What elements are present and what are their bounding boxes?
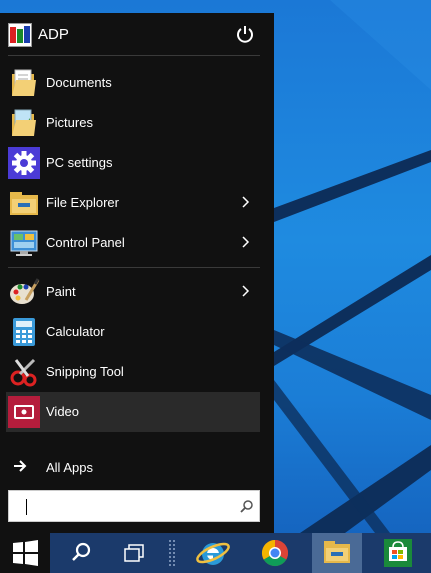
store-icon — [384, 539, 412, 567]
menu-item-pc-settings[interactable]: PC settings — [6, 143, 260, 183]
user-name: ADP — [38, 26, 69, 43]
chevron-right-icon[interactable] — [240, 234, 252, 250]
search-input[interactable] — [25, 496, 225, 516]
menu-item-pictures[interactable]: Pictures — [6, 103, 260, 143]
taskbar-search-button[interactable] — [56, 533, 106, 573]
menu-separator — [8, 55, 260, 56]
start-menu: ADP Documents Pictures PC settings File … — [0, 13, 274, 533]
video-icon — [8, 396, 40, 428]
chrome-icon — [261, 539, 289, 567]
menu-item-documents[interactable]: Documents — [6, 63, 260, 103]
taskbar-store[interactable] — [374, 533, 424, 573]
menu-item-label: Paint — [46, 284, 76, 299]
documents-folder-icon — [12, 69, 36, 96]
search-box[interactable] — [8, 490, 260, 522]
snipping-tool-icon — [10, 358, 37, 387]
menu-item-label: Pictures — [46, 115, 93, 130]
menu-item-label: Control Panel — [46, 235, 125, 250]
all-apps-label: All Apps — [46, 460, 93, 475]
avatar — [8, 23, 32, 47]
chevron-right-icon[interactable] — [240, 194, 252, 210]
arrow-right-icon — [14, 460, 27, 472]
menu-item-snipping-tool[interactable]: Snipping Tool — [6, 352, 260, 392]
control-panel-icon — [10, 230, 38, 256]
calculator-icon — [13, 318, 35, 346]
task-view-button[interactable] — [110, 533, 160, 573]
task-view-icon — [124, 544, 144, 562]
power-icon[interactable] — [233, 22, 257, 46]
menu-item-control-panel[interactable]: Control Panel — [6, 223, 260, 263]
menu-separator — [8, 267, 260, 268]
menu-item-label: Documents — [46, 75, 112, 90]
taskbar-chrome[interactable] — [250, 533, 300, 573]
search-icon[interactable] — [240, 499, 254, 513]
paint-icon — [10, 278, 40, 304]
menu-item-label: Snipping Tool — [46, 364, 124, 379]
menu-item-label: Calculator — [46, 324, 105, 339]
file-explorer-icon — [10, 192, 38, 215]
internet-explorer-icon — [196, 542, 230, 565]
taskbar-file-explorer[interactable] — [312, 533, 362, 573]
menu-item-label: PC settings — [46, 155, 113, 170]
chevron-right-icon[interactable] — [240, 283, 252, 299]
pictures-folder-icon — [12, 109, 36, 136]
gear-icon — [8, 147, 40, 179]
menu-item-paint[interactable]: Paint — [6, 272, 260, 312]
menu-item-calculator[interactable]: Calculator — [6, 312, 260, 352]
search-icon — [72, 542, 91, 561]
taskbar-grip[interactable] — [168, 539, 176, 567]
menu-item-label: Video — [46, 404, 80, 419]
menu-item-file-explorer[interactable]: File Explorer — [6, 183, 260, 223]
windows-logo-icon — [13, 540, 38, 566]
user-account-row[interactable]: ADP — [0, 13, 274, 55]
taskbar — [0, 533, 431, 573]
taskbar-internet-explorer[interactable] — [188, 533, 238, 573]
menu-item-video[interactable]: Video — [6, 392, 260, 432]
start-button[interactable] — [0, 533, 50, 573]
file-explorer-icon — [324, 541, 350, 563]
menu-item-label: File Explorer — [46, 195, 119, 210]
text-caret — [26, 499, 27, 515]
all-apps-button[interactable]: All Apps — [6, 453, 260, 481]
